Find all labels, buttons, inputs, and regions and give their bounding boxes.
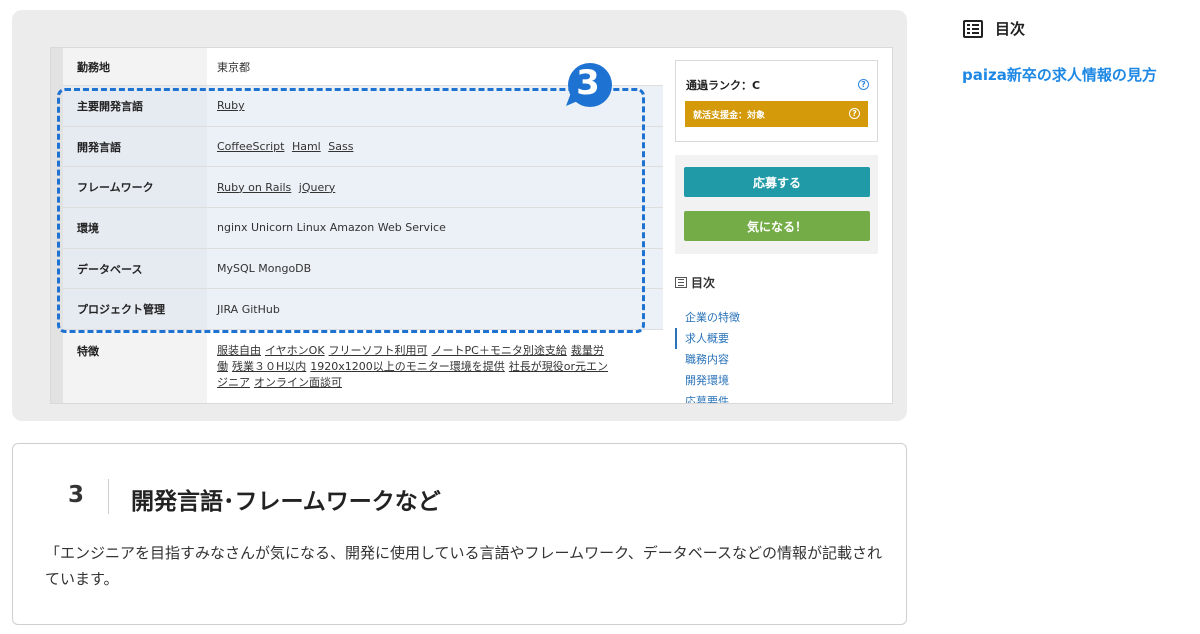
left-rail <box>51 48 63 403</box>
row-value: Ruby on Rails jQuery <box>207 181 335 194</box>
row-value: CoffeeScript Haml Sass <box>207 140 353 153</box>
rank-label: 通過ランク：C <box>686 79 761 92</box>
sidebar-toc-link[interactable]: paiza新卒の求人情報の見方 <box>962 64 1157 85</box>
toc-item-active[interactable]: 求人概要 <box>675 328 885 349</box>
rank-card: 通過ランク：C ? 就活支援金：対象 ? <box>675 60 878 142</box>
table-row: データベース MySQL MongoDB <box>63 248 663 290</box>
table-row: 開発言語 CoffeeScript Haml Sass <box>63 126 663 168</box>
toc-item[interactable]: 企業の特徴 <box>675 307 885 328</box>
table-row: 環境 nginx Unicorn Linux Amazon Web Servic… <box>63 208 663 249</box>
card-title: 開発言語･フレームワークなど <box>131 489 441 515</box>
support-label: 就活支援金：対象 <box>693 110 766 121</box>
row-label: データベース <box>63 248 207 289</box>
row-label: フレームワーク <box>63 167 207 208</box>
table-row-features: 特徴 服装自由 イヤホンOK フリーソフト利用可 ノートPC＋モニタ別途支給 裁量労働残… <box>63 330 663 403</box>
card-body: 「エンジニアを目指すみなさんが気になる、開発に使用している言語やフレームワーク、… <box>45 544 883 588</box>
row-value: nginx Unicorn Linux Amazon Web Service <box>217 221 446 235</box>
feature-link[interactable]: オンライン面談可 <box>254 376 342 389</box>
table-row: フレームワーク Ruby on Rails jQuery <box>63 167 663 209</box>
card-number: 3 <box>68 482 85 508</box>
job-posting-screenshot: 勤務地 東京都 主要開発言語 Ruby 開発言語 CoffeeScript Ha… <box>50 47 893 404</box>
apply-button[interactable]: 応募する <box>684 167 870 197</box>
row-label: 勤務地 <box>63 48 207 85</box>
help-icon[interactable]: ? <box>858 79 869 90</box>
feature-link[interactable]: 残業３０H以内 <box>232 360 306 373</box>
inner-toc-title-text: 目次 <box>691 276 716 290</box>
help-icon[interactable]: ? <box>849 108 860 119</box>
row-label: 特徴 <box>77 345 99 359</box>
row-label: 開発言語 <box>63 126 207 167</box>
row-label: 主要開発言語 <box>63 86 207 126</box>
callout-number: 3 <box>576 63 600 103</box>
table-row: プロジェクト管理 JIRA GitHub <box>63 289 663 331</box>
inner-toc-title: 目次 <box>675 274 885 291</box>
description-card: 3 開発言語･フレームワークなど 「エンジニアを目指すみなさんが気になる、開発に… <box>12 443 907 625</box>
feature-tags: 服装自由 イヤホンOK フリーソフト利用可 ノートPC＋モニタ別途支給 裁量労働 残業３０… <box>207 343 617 391</box>
sidebar-toc-title-text: 目次 <box>995 20 1026 38</box>
row-value: JIRA GitHub <box>217 302 280 316</box>
card-divider <box>108 479 109 514</box>
list-icon <box>963 19 983 38</box>
language-link[interactable]: Sass <box>328 140 353 153</box>
list-icon <box>675 277 687 288</box>
language-link[interactable]: CoffeeScript <box>217 140 284 153</box>
feature-link[interactable]: フリーソフト利用可 <box>329 344 428 357</box>
row-value: MySQL MongoDB <box>217 262 312 276</box>
inner-toc-list: 企業の特徴 求人概要 職務内容 開発環境 応募要件 <box>675 307 885 403</box>
feature-link[interactable]: 1920x1200以上のモニター環境を提供 <box>310 360 505 373</box>
row-label: プロジェクト管理 <box>63 289 207 330</box>
language-link[interactable]: Haml <box>292 140 321 153</box>
framework-link[interactable]: Ruby on Rails <box>217 181 291 194</box>
feature-link[interactable]: ノートPC＋モニタ別途支給 <box>432 344 567 357</box>
language-link[interactable]: Ruby <box>217 99 245 112</box>
row-value: Ruby <box>207 99 245 112</box>
action-panel: 応募する 気になる！ <box>675 155 878 254</box>
favorite-button[interactable]: 気になる！ <box>684 211 870 241</box>
feature-link[interactable]: イヤホンOK <box>265 344 325 357</box>
inner-toc: 目次 企業の特徴 求人概要 職務内容 開発環境 応募要件 <box>675 274 885 403</box>
support-badge: 就活支援金：対象 ? <box>685 101 868 127</box>
row-value: 東京都 <box>217 60 250 74</box>
row-label: 環境 <box>63 208 207 248</box>
screenshot-frame: 勤務地 東京都 主要開発言語 Ruby 開発言語 CoffeeScript Ha… <box>12 10 907 421</box>
toc-item[interactable]: 応募要件 <box>675 391 885 403</box>
toc-item[interactable]: 開発環境 <box>675 370 885 391</box>
toc-item[interactable]: 職務内容 <box>675 349 885 370</box>
sidebar-toc-title: 目次 <box>963 18 1025 39</box>
framework-link[interactable]: jQuery <box>299 181 336 194</box>
feature-link[interactable]: 服装自由 <box>217 344 261 357</box>
